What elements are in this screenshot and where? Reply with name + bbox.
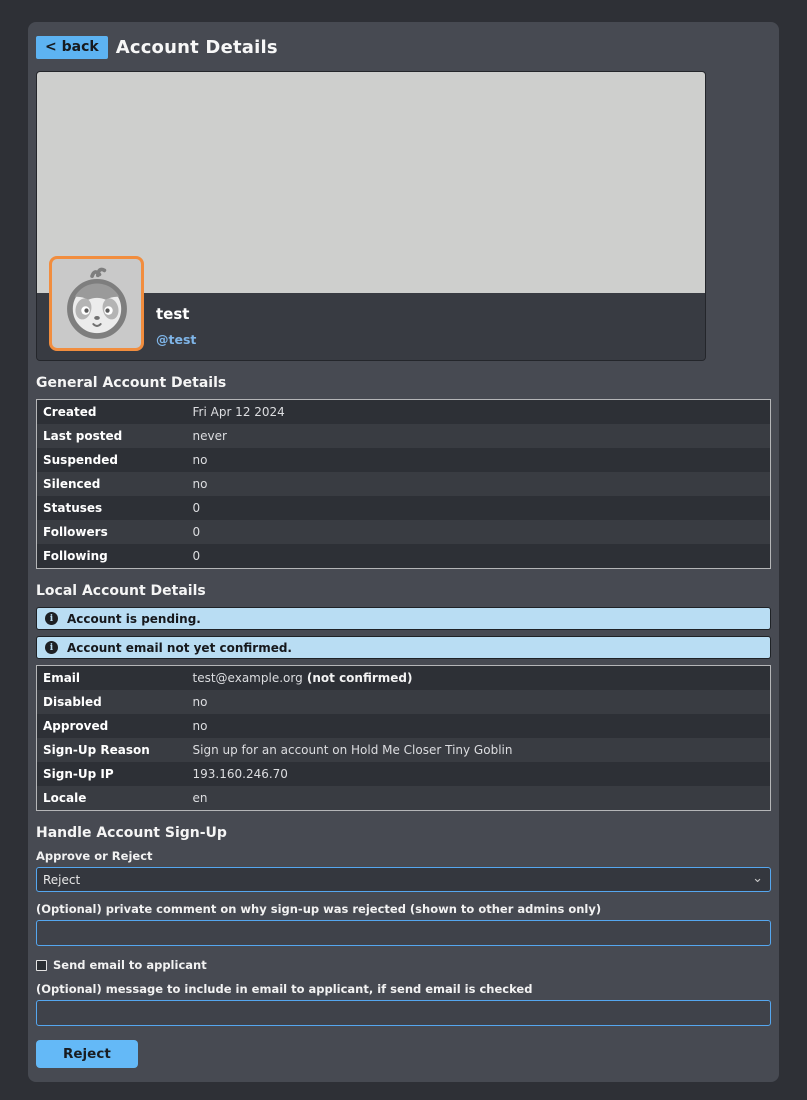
approve-reject-select[interactable]: Reject: [36, 867, 771, 892]
row-label: Sign-Up IP: [37, 762, 187, 786]
row-label: Approved: [37, 714, 187, 738]
table-row: Silencedno: [37, 472, 771, 496]
row-label: Statuses: [37, 496, 187, 520]
page-title: Account Details: [116, 37, 278, 58]
row-label: Last posted: [37, 424, 187, 448]
signup-section-heading: Handle Account Sign-Up: [36, 825, 771, 841]
approve-reject-label: Approve or Reject: [36, 849, 771, 863]
row-label: Silenced: [37, 472, 187, 496]
row-value: 0: [187, 520, 771, 544]
row-value: no: [187, 448, 771, 472]
table-row: Statuses0: [37, 496, 771, 520]
avatar: [49, 256, 144, 351]
display-name: test: [156, 305, 705, 323]
row-label: Followers: [37, 520, 187, 544]
table-row: Last postednever: [37, 424, 771, 448]
table-row: Localeen: [37, 786, 771, 811]
table-row: Emailtest@example.org (not confirmed): [37, 666, 771, 691]
table-row: CreatedFri Apr 12 2024: [37, 400, 771, 425]
row-value: 0: [187, 496, 771, 520]
row-value: test@example.org (not confirmed): [187, 666, 771, 691]
page-background: < back Account Details test @test: [0, 0, 807, 1100]
email-message-input[interactable]: [36, 1000, 771, 1026]
back-button[interactable]: < back: [36, 36, 108, 59]
row-label: Suspended: [37, 448, 187, 472]
local-details-table: Emailtest@example.org (not confirmed)Dis…: [36, 665, 771, 811]
email-message-label: (Optional) message to include in email t…: [36, 982, 771, 996]
local-notices: i Account is pending. i Account email not y…: [36, 607, 771, 659]
table-row: Approvedno: [37, 714, 771, 738]
username-handle: @test: [156, 332, 705, 347]
row-label: Locale: [37, 786, 187, 811]
row-value: 193.160.246.70: [187, 762, 771, 786]
notice-text: Account is pending.: [67, 612, 201, 626]
send-email-label: Send email to applicant: [53, 958, 207, 972]
row-value: Sign up for an account on Hold Me Closer…: [187, 738, 771, 762]
table-row: Followers0: [37, 520, 771, 544]
notice-text: Account email not yet confirmed.: [67, 641, 292, 655]
local-details-body: Emailtest@example.org (not confirmed)Dis…: [37, 666, 771, 811]
table-row: Suspendedno: [37, 448, 771, 472]
private-comment-input[interactable]: [36, 920, 771, 946]
header: < back Account Details: [36, 36, 771, 59]
content-panel: < back Account Details test @test: [28, 22, 779, 1082]
row-value: no: [187, 714, 771, 738]
row-value: no: [187, 690, 771, 714]
info-notice: i Account email not yet confirmed.: [36, 636, 771, 659]
general-details-body: CreatedFri Apr 12 2024Last postedneverSu…: [37, 400, 771, 569]
row-value: no: [187, 472, 771, 496]
local-section-heading: Local Account Details: [36, 583, 771, 599]
table-row: Sign-Up ReasonSign up for an account on …: [37, 738, 771, 762]
private-comment-label: (Optional) private comment on why sign-u…: [36, 902, 771, 916]
row-label: Sign-Up Reason: [37, 738, 187, 762]
info-icon: i: [45, 612, 58, 625]
general-section-heading: General Account Details: [36, 375, 771, 391]
row-value: 0: [187, 544, 771, 569]
table-row: Disabledno: [37, 690, 771, 714]
row-label: Email: [37, 666, 187, 691]
row-label: Following: [37, 544, 187, 569]
reject-submit-button[interactable]: Reject: [36, 1040, 138, 1068]
table-row: Following0: [37, 544, 771, 569]
row-value: en: [187, 786, 771, 811]
sloth-icon: [56, 263, 138, 345]
general-details-table: CreatedFri Apr 12 2024Last postedneverSu…: [36, 399, 771, 569]
info-icon: i: [45, 641, 58, 654]
table-row: Sign-Up IP193.160.246.70: [37, 762, 771, 786]
row-value: never: [187, 424, 771, 448]
row-label: Created: [37, 400, 187, 425]
profile-card: test @test: [36, 71, 706, 361]
approve-reject-select-wrap: Reject ⌄: [36, 867, 771, 892]
send-email-row: Send email to applicant: [36, 958, 771, 972]
send-email-checkbox[interactable]: [36, 960, 47, 971]
row-label: Disabled: [37, 690, 187, 714]
info-notice: i Account is pending.: [36, 607, 771, 630]
row-value: Fri Apr 12 2024: [187, 400, 771, 425]
